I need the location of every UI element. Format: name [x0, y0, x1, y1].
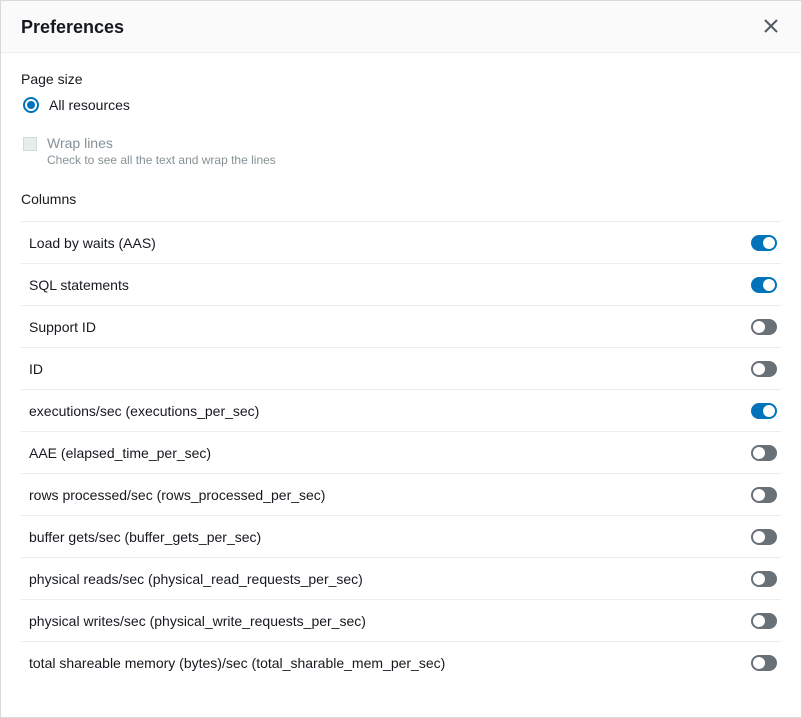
column-row: Load by waits (AAS): [21, 221, 781, 263]
column-row: AAE (elapsed_time_per_sec): [21, 431, 781, 473]
column-row: physical reads/sec (physical_read_reques…: [21, 557, 781, 599]
toggle-knob-icon: [753, 531, 765, 543]
column-toggle[interactable]: [751, 571, 777, 587]
column-row: Support ID: [21, 305, 781, 347]
column-label: SQL statements: [29, 277, 129, 293]
column-toggle[interactable]: [751, 403, 777, 419]
columns-label: Columns: [21, 191, 781, 221]
column-toggle[interactable]: [751, 235, 777, 251]
close-icon: [764, 19, 778, 36]
wrap-lines-checkbox[interactable]: Wrap lines Check to see all the text and…: [23, 135, 781, 167]
column-toggle[interactable]: [751, 529, 777, 545]
toggle-knob-icon: [753, 615, 765, 627]
column-label: Support ID: [29, 319, 96, 335]
column-label: rows processed/sec (rows_processed_per_s…: [29, 487, 325, 503]
radio-label: All resources: [49, 97, 130, 113]
column-label: total shareable memory (bytes)/sec (tota…: [29, 655, 445, 671]
toggle-knob-icon: [753, 363, 765, 375]
column-row: executions/sec (executions_per_sec): [21, 389, 781, 431]
page-size-all-resources-radio[interactable]: All resources: [23, 97, 781, 113]
column-toggle[interactable]: [751, 361, 777, 377]
toggle-knob-icon: [763, 237, 775, 249]
column-row: buffer gets/sec (buffer_gets_per_sec): [21, 515, 781, 557]
column-toggle[interactable]: [751, 613, 777, 629]
wrap-lines-label: Wrap lines: [47, 135, 276, 151]
column-row: total shareable memory (bytes)/sec (tota…: [21, 641, 781, 683]
toggle-knob-icon: [763, 279, 775, 291]
column-toggle[interactable]: [751, 487, 777, 503]
column-label: buffer gets/sec (buffer_gets_per_sec): [29, 529, 261, 545]
toggle-knob-icon: [753, 657, 765, 669]
radio-icon: [23, 97, 39, 113]
columns-section: Columns Load by waits (AAS) SQL statement…: [21, 191, 781, 683]
column-label: physical writes/sec (physical_write_requ…: [29, 613, 366, 629]
toggle-knob-icon: [753, 573, 765, 585]
column-label: physical reads/sec (physical_read_reques…: [29, 571, 363, 587]
column-toggle[interactable]: [751, 445, 777, 461]
toggle-knob-icon: [763, 405, 775, 417]
column-row: physical writes/sec (physical_write_requ…: [21, 599, 781, 641]
column-toggle[interactable]: [751, 655, 777, 671]
close-button[interactable]: [761, 18, 781, 38]
checkbox-icon: [23, 137, 37, 151]
wrap-lines-description: Check to see all the text and wrap the l…: [47, 153, 276, 167]
column-label: executions/sec (executions_per_sec): [29, 403, 259, 419]
preferences-modal: Preferences Page size All resources Wrap…: [0, 0, 802, 718]
toggle-knob-icon: [753, 447, 765, 459]
toggle-knob-icon: [753, 321, 765, 333]
column-label: ID: [29, 361, 43, 377]
modal-title: Preferences: [21, 17, 124, 38]
column-row: ID: [21, 347, 781, 389]
columns-list: Load by waits (AAS) SQL statements Support…: [21, 221, 781, 683]
column-label: Load by waits (AAS): [29, 235, 156, 251]
column-toggle[interactable]: [751, 319, 777, 335]
column-row: SQL statements: [21, 263, 781, 305]
page-size-label: Page size: [21, 71, 781, 87]
modal-body: Page size All resources Wrap lines Check…: [1, 53, 801, 717]
toggle-knob-icon: [753, 489, 765, 501]
column-toggle[interactable]: [751, 277, 777, 293]
column-row: rows processed/sec (rows_processed_per_s…: [21, 473, 781, 515]
modal-header: Preferences: [1, 1, 801, 53]
column-label: AAE (elapsed_time_per_sec): [29, 445, 211, 461]
